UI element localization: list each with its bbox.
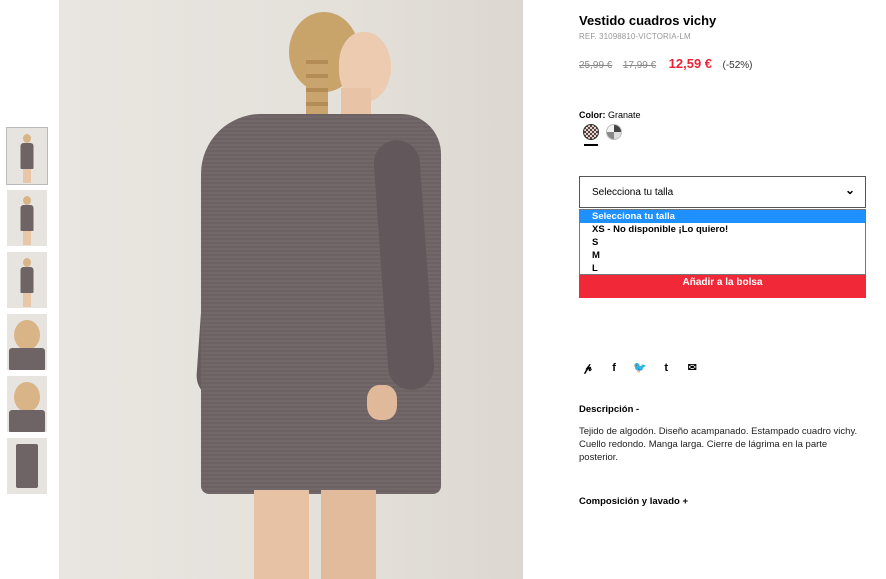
selected-swatch-indicator: [584, 144, 598, 146]
thumbnail-4[interactable]: [7, 314, 47, 370]
product-reference: REF. 31098810-VICTORIA-LM: [579, 32, 691, 41]
size-option-xs[interactable]: XS - No disponible ¡Lo quiero!: [580, 223, 865, 236]
color-row: Color: Granate: [579, 110, 641, 120]
twitter-icon[interactable]: 🐦: [631, 361, 649, 374]
color-value: Granate: [608, 110, 641, 120]
composition-heading[interactable]: Composición y lavado +: [579, 496, 688, 507]
facebook-icon[interactable]: f: [605, 362, 623, 374]
size-option-s[interactable]: S: [580, 236, 865, 249]
size-option-placeholder[interactable]: Selecciona tu talla: [580, 210, 865, 223]
share-icons: 𝓅 f 🐦 t ✉: [579, 361, 706, 375]
product-main-image[interactable]: [59, 0, 523, 579]
add-to-bag-button[interactable]: Añadir a la bolsa: [579, 275, 866, 298]
size-option-m[interactable]: M: [580, 249, 865, 262]
thumbnail-gallery: [6, 127, 48, 500]
thumbnail-6[interactable]: [7, 438, 47, 494]
color-label: Color:: [579, 110, 606, 120]
gris-swatch[interactable]: [606, 124, 622, 140]
thumbnail-1[interactable]: [6, 127, 48, 185]
description-heading[interactable]: Descripción -: [579, 404, 639, 415]
product-title: Vestido cuadros vichy: [579, 13, 717, 28]
email-icon[interactable]: ✉: [683, 361, 701, 374]
chevron-down-icon: ⌄: [844, 183, 855, 197]
granate-vichy-swatch[interactable]: [583, 124, 599, 140]
discount-percent: (-52%): [722, 60, 753, 71]
current-price: 12,59 €: [668, 56, 713, 71]
size-option-l[interactable]: L: [580, 262, 865, 275]
size-select-value: Selecciona tu talla: [592, 187, 674, 198]
pinterest-icon[interactable]: 𝓅: [579, 362, 597, 375]
original-price: 25,99 €: [579, 60, 613, 71]
thumbnail-2[interactable]: [7, 190, 47, 246]
tumblr-icon[interactable]: t: [657, 362, 675, 374]
thumbnail-5[interactable]: [7, 376, 47, 432]
price-block: 25,99 € 17,99 € 12,59 € (-52%): [579, 55, 753, 73]
description-text: Tejido de algodón. Diseño acampanado. Es…: [579, 426, 858, 463]
size-select[interactable]: Selecciona tu talla ⌄: [579, 176, 866, 208]
previous-price: 17,99 €: [622, 60, 657, 71]
size-dropdown-list: Selecciona tu talla XS - No disponible ¡…: [579, 209, 866, 275]
thumbnail-3[interactable]: [7, 252, 47, 308]
